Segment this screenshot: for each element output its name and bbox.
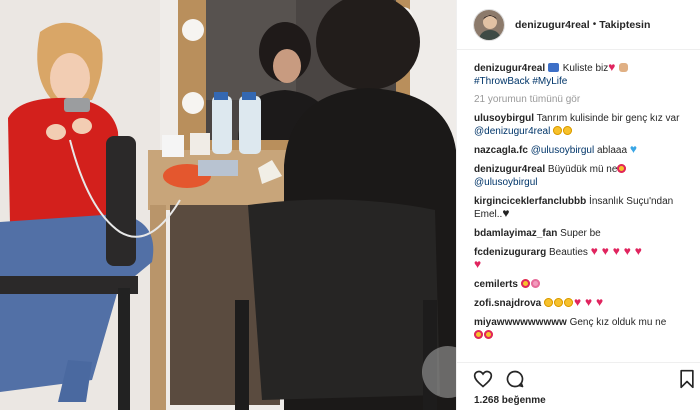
comment-text: Tanrım kulisinde bir genç kız var: [536, 113, 680, 124]
follow-status-button[interactable]: Takiptesin: [599, 19, 650, 31]
smile-emoji-icon: [564, 298, 574, 307]
heart-eyes-emoji-icon: [484, 330, 493, 339]
caption-username-link[interactable]: denizugur4real: [474, 63, 545, 74]
comment-username-link[interactable]: bdamlayimaz_fan: [474, 228, 557, 239]
comment-username-link[interactable]: ulusoybirgul: [474, 113, 534, 124]
likes-count-link[interactable]: 1.268 beğenme: [474, 395, 546, 406]
comment-text: Genç kız olduk mu ne: [569, 317, 667, 328]
comment-text: Beauties: [549, 247, 588, 258]
heart-icon: [474, 257, 484, 271]
post-side-panel: denizugur4real • Takiptesin denizugur4re…: [456, 0, 700, 410]
heart-icon: [624, 244, 634, 258]
smile-emoji-icon: [553, 126, 563, 135]
black-heart-icon: [502, 206, 512, 220]
speech-bubble-icon[interactable]: [505, 369, 525, 389]
comment-item: kirginciceklerfanclubbb İnsanlık Suçu'nd…: [474, 195, 691, 221]
caption-hashtags-link[interactable]: #ThrowBack #MyLife: [474, 76, 567, 87]
caption: denizugur4real Kuliste biz #ThrowBack #M…: [474, 62, 691, 88]
avatar[interactable]: [473, 8, 505, 41]
new-badge-icon: [547, 63, 559, 72]
heart-icon: [635, 244, 645, 258]
comment-username-link[interactable]: kirginciceklerfanclubbb: [474, 196, 586, 207]
heart-icon: [608, 62, 618, 74]
comment-text: Büyüdük mü ne: [547, 164, 618, 175]
comment-item: bdamlayimaz_fan Super be: [474, 227, 691, 240]
heart-outline-icon[interactable]: [473, 369, 493, 389]
comment-username-link[interactable]: zofi.snajdrova: [474, 298, 541, 309]
smile-emoji-icon: [563, 126, 573, 135]
post-actions-bar: 1.268 beğenme: [457, 362, 700, 410]
comment-username-link[interactable]: cemilerts: [474, 279, 518, 290]
heart-icon: [613, 244, 623, 258]
heart-eyes-emoji-icon: [617, 164, 627, 173]
smile-emoji-icon: [544, 298, 554, 307]
avatar-icon: [474, 9, 504, 40]
backstage-photo: [0, 0, 456, 410]
comment-item: ulusoybirgul Tanrım kulisinde bir genç k…: [474, 112, 691, 138]
flower-icon: [530, 279, 540, 288]
heart-icon: [602, 244, 612, 258]
comment-item: zofi.snajdrova: [474, 295, 691, 310]
header-username-link[interactable]: denizugur4real: [515, 19, 590, 31]
comment-item: fcdenizugurarg Beauties: [474, 244, 691, 272]
blue-heart-icon: [630, 142, 640, 156]
view-all-comments-link[interactable]: 21 yorumun tümünü gör: [474, 94, 691, 105]
heart-eyes-emoji-icon: [520, 279, 530, 288]
comment-mention-link[interactable]: @denizugur4real: [474, 126, 550, 137]
bookmark-icon[interactable]: [677, 369, 697, 389]
comment-item: miyawwwwwwwww Genç kız olduk mu ne: [474, 316, 691, 342]
comment-username-link[interactable]: denizugur4real: [474, 164, 545, 175]
smile-emoji-icon: [554, 298, 564, 307]
comment-text: ablaaa: [597, 145, 628, 156]
comment-username-link[interactable]: fcdenizugurarg: [474, 247, 546, 258]
comment-item: cemilerts: [474, 278, 691, 291]
comment-username-link[interactable]: miyawwwwwwwww: [474, 317, 567, 328]
heart-eyes-emoji-icon: [474, 330, 483, 339]
heart-icon: [585, 295, 595, 309]
heart-icon: [574, 295, 584, 309]
comment-item: nazcagla.fc @ulusoybirgul ablaaa: [474, 142, 691, 157]
comment-username-link[interactable]: nazcagla.fc: [474, 145, 528, 156]
heart-icon: [596, 295, 606, 309]
heart-icon: [591, 244, 601, 258]
comments-section: denizugur4real Kuliste biz #ThrowBack #M…: [457, 62, 700, 362]
comment-text: Super be: [560, 228, 601, 239]
post-photo[interactable]: [0, 0, 456, 410]
comment-item: denizugur4real Büyüdük mü ne @ulusoybirg…: [474, 163, 691, 189]
comment-mention-link[interactable]: @ulusoybirgul: [531, 145, 595, 156]
hand-icon: [619, 63, 629, 72]
comment-mention-link[interactable]: @ulusoybirgul: [474, 177, 538, 188]
post-header: denizugur4real • Takiptesin: [457, 0, 700, 50]
caption-text: Kuliste biz: [562, 63, 609, 74]
header-separator: •: [592, 19, 597, 30]
